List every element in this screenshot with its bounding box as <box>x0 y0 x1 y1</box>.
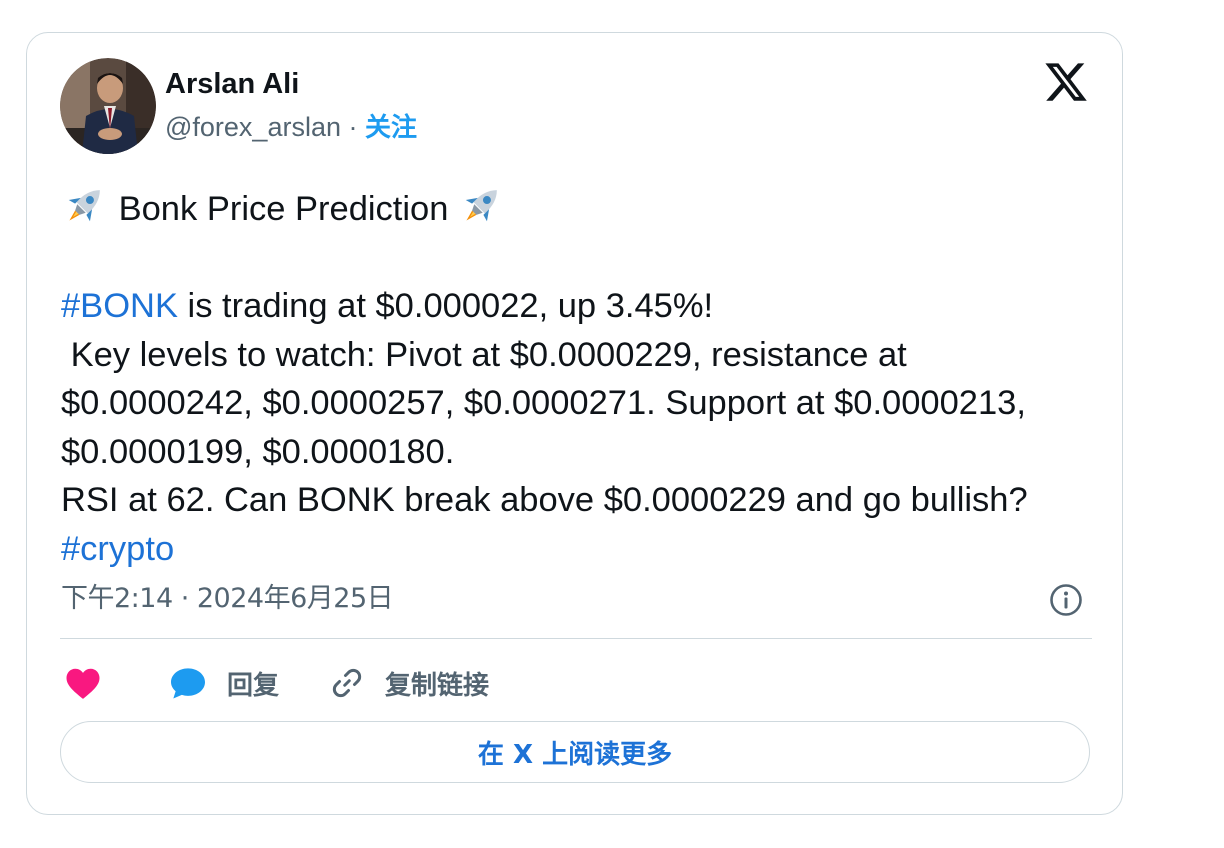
like-button[interactable] <box>65 663 101 703</box>
rocket-emoji-icon <box>465 190 497 222</box>
copy-link-button[interactable]: 复制链接 <box>329 663 489 703</box>
read-more-on-x-button[interactable]: 在 X 上阅读更多 <box>60 721 1090 783</box>
reply-label: 回复 <box>227 670 280 701</box>
author-handle[interactable]: @forex_arslan <box>165 112 341 142</box>
read-more-label: 在 X 上阅读更多 <box>477 739 673 770</box>
reply-button[interactable]: 回复 <box>169 663 279 703</box>
x-logo-icon[interactable] <box>1043 59 1089 105</box>
reply-bubble-icon <box>171 668 205 699</box>
rocket-emoji-icon <box>68 190 100 222</box>
author-handle-row: @forex_arslan · 关注 <box>165 109 417 146</box>
link-icon <box>332 668 362 698</box>
hashtag-bonk[interactable]: #BONK <box>61 287 178 325</box>
avatar-photo <box>60 58 156 154</box>
hashtag-crypto[interactable]: #crypto <box>61 530 174 568</box>
tweet-timestamp[interactable]: 下午2:14 · 2024年6月25日 <box>61 581 394 617</box>
divider <box>60 638 1092 639</box>
tweet-line1: is trading at $0.000022, up 3.45%! <box>177 287 714 325</box>
copy-link-label: 复制链接 <box>385 670 490 701</box>
separator-dot: · <box>348 112 358 142</box>
tweet-headline: Bonk Price Prediction <box>118 190 449 228</box>
info-icon[interactable] <box>1049 583 1083 617</box>
heart-icon <box>66 668 100 699</box>
avatar[interactable] <box>60 58 156 154</box>
tweet-text: Bonk Price Prediction #BONK is trading a… <box>61 181 1081 573</box>
tweet-line2: Key levels to watch: Pivot at $0.0000229… <box>61 335 1036 471</box>
follow-link[interactable]: 关注 <box>365 113 417 143</box>
tweet-embed-card: Arslan Ali @forex_arslan · 关注 Bonk Price… <box>26 32 1123 815</box>
tweet-line3: RSI at 62. Can BONK break above $0.00002… <box>61 481 1047 519</box>
author-name[interactable]: Arslan Ali <box>165 66 299 102</box>
